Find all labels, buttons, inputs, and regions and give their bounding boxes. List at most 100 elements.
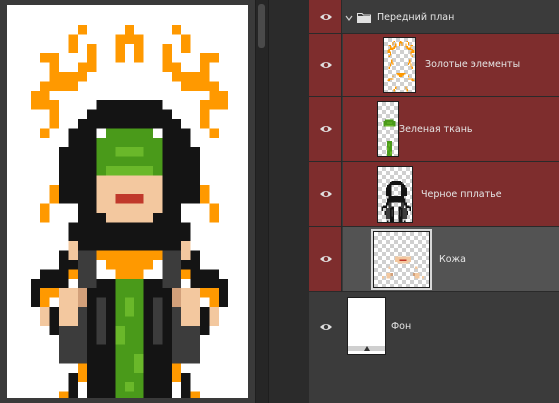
pixel-block	[181, 372, 191, 398]
pixel-block	[200, 62, 210, 82]
pixel-block	[387, 79, 390, 82]
pixel-block	[415, 273, 420, 279]
pixel-block	[388, 66, 390, 69]
pixel-block	[162, 43, 172, 72]
pixel-art-character	[30, 25, 229, 398]
pixel-block	[388, 143, 391, 147]
layer-visibility-toggle[interactable]	[309, 227, 342, 291]
pixel-block	[387, 220, 389, 222]
pixel-block	[96, 100, 163, 110]
pixel-block	[388, 195, 405, 199]
pixel-block	[406, 89, 408, 92]
layer-visibility-toggle[interactable]	[309, 97, 342, 161]
pixel-block	[396, 72, 406, 75]
pixel-block	[412, 273, 416, 276]
canvas-vertical-scrollbar[interactable]	[255, 0, 268, 403]
pixel-block	[124, 297, 135, 317]
pixel-block	[411, 55, 414, 57]
pixel-block	[381, 275, 385, 279]
pixel-block	[385, 208, 390, 219]
pixel-block	[389, 46, 392, 49]
pixel-block	[68, 269, 78, 279]
pixel-block	[386, 273, 391, 279]
pixel-block	[409, 59, 411, 64]
pixel-block	[392, 75, 394, 78]
pixel-block	[200, 100, 210, 129]
folder-icon	[357, 13, 371, 23]
layers-panel: Передний план Золотые элементы Зеленая т…	[309, 0, 559, 403]
pixel-block	[398, 42, 401, 47]
group-name: Передний план	[377, 12, 455, 23]
document-canvas[interactable]	[7, 5, 248, 398]
group-visibility-toggle[interactable]	[309, 0, 342, 33]
pixel-block	[401, 42, 403, 47]
pixel-block	[392, 42, 394, 45]
pixel-block	[388, 202, 392, 209]
pixel-block	[49, 100, 59, 129]
pixel-block	[106, 213, 153, 223]
pixel-block	[124, 25, 135, 44]
triangle-icon	[364, 346, 370, 351]
pixel-block	[115, 34, 125, 63]
pixel-block	[393, 46, 395, 49]
pixel-block	[388, 266, 391, 269]
pixel-block	[393, 40, 395, 43]
pixel-block	[115, 147, 144, 157]
pixel-block	[209, 128, 219, 138]
pixel-block	[391, 47, 394, 51]
layer-name: Черное пплатье	[421, 189, 502, 200]
pixel-block	[30, 90, 50, 110]
pixel-block	[77, 288, 88, 307]
pixel-block	[406, 40, 408, 43]
layer-row[interactable]: Кожа	[309, 227, 559, 292]
pixel-block	[387, 50, 390, 53]
pixel-block	[389, 63, 392, 67]
pixel-block	[181, 72, 200, 91]
layer-row[interactable]: Фон	[309, 292, 559, 362]
pixel-block	[405, 86, 407, 90]
pixel-block	[190, 147, 200, 204]
eye-icon	[320, 13, 332, 20]
pixel-block	[405, 43, 407, 48]
canvas-area[interactable]	[0, 0, 255, 403]
layer-row[interactable]: Зеленая ткань	[309, 97, 559, 162]
layer-group-row[interactable]: Передний план	[309, 0, 559, 34]
pixel-block	[181, 269, 191, 279]
layer-row[interactable]: Золотые элементы	[309, 34, 559, 97]
chevron-down-icon[interactable]	[345, 14, 353, 22]
pixel-block	[405, 187, 407, 196]
pixel-block	[40, 53, 59, 63]
pixel-block	[200, 307, 210, 336]
pixel-block	[391, 59, 393, 64]
layer-thumbnail	[377, 101, 399, 157]
pixel-block	[106, 260, 153, 270]
pixel-block	[390, 273, 393, 276]
pixel-block	[388, 44, 392, 47]
pixel-block	[404, 220, 406, 222]
layer-thumbnail	[383, 37, 416, 93]
layer-name: Фон	[391, 321, 412, 332]
pixel-block	[153, 297, 163, 345]
pixel-block	[381, 206, 383, 211]
layer-row[interactable]: Черное пплатье	[309, 162, 559, 227]
pixel-block	[407, 42, 410, 45]
layer-visibility-toggle[interactable]	[309, 162, 342, 226]
pixel-block	[385, 124, 394, 127]
pixel-block	[410, 63, 412, 67]
pixel-block	[409, 206, 412, 211]
pixel-block	[390, 151, 392, 155]
pixel-block	[386, 122, 392, 124]
pixel-block	[400, 40, 402, 44]
layer-visibility-toggle[interactable]	[309, 34, 342, 96]
pixel-block	[394, 86, 397, 90]
pixel-block	[181, 288, 200, 326]
layer-visibility-toggle[interactable]	[309, 292, 342, 362]
pixel-block	[181, 241, 191, 260]
pixel-block	[40, 307, 50, 326]
pixel-block	[171, 62, 182, 82]
pixel-block	[77, 363, 88, 383]
pixel-block	[386, 147, 389, 151]
scrollbar-thumb[interactable]	[258, 4, 265, 48]
pixel-block	[115, 269, 144, 279]
pixel-block	[388, 48, 392, 51]
